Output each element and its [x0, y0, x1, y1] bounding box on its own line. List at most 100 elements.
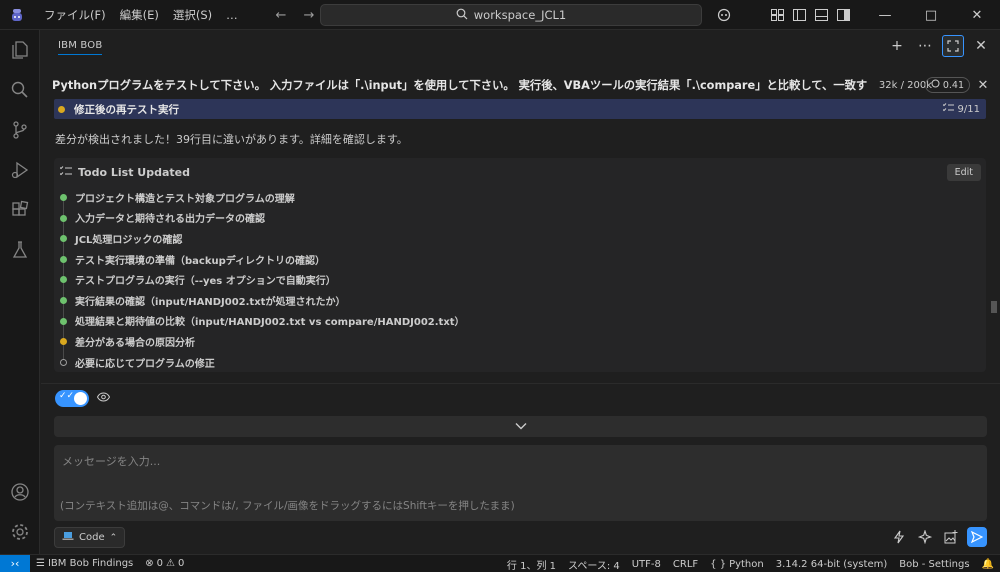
- todo-item: プロジェクト構造とテスト対象プログラムの理解: [54, 187, 986, 208]
- findings-status[interactable]: ☰ IBM Bob Findings: [30, 558, 139, 569]
- mode-selector[interactable]: Code ⌃: [54, 527, 126, 548]
- findings-label: IBM Bob Findings: [47, 558, 134, 569]
- warning-count: 0: [178, 558, 185, 569]
- menu-more[interactable]: …: [219, 4, 245, 26]
- step-progress: 9/11: [942, 103, 980, 115]
- assistant-message: 差分が検出されました！39行目に違いがあります。詳細を確認します。: [55, 133, 408, 146]
- customize-layout-icon[interactable]: [766, 4, 788, 26]
- source-control-icon[interactable]: [0, 110, 40, 150]
- language-mode[interactable]: { } Python: [704, 559, 770, 570]
- edit-todo-button[interactable]: Edit: [946, 164, 981, 181]
- toggle-knob: [74, 392, 87, 405]
- indentation[interactable]: スペース: 4: [562, 557, 626, 572]
- done-dot-icon: [60, 214, 67, 222]
- close-icon[interactable]: ✕: [954, 0, 1000, 30]
- todo-item: テスト実行環境の準備（backupディレクトリの確認）: [54, 249, 986, 270]
- todo-item: JCL処理ロジックの確認: [54, 228, 986, 249]
- scrollbar-thumb[interactable]: [991, 301, 997, 313]
- chevron-down-icon: [515, 420, 527, 433]
- eye-icon[interactable]: [96, 392, 111, 405]
- notifications-bell-icon[interactable]: 🔔: [976, 559, 1000, 570]
- todo-list-card: Todo List Updated Edit プロジェクト構造とテスト対象プログ…: [54, 158, 986, 372]
- done-dot-icon: [60, 255, 67, 263]
- todo-item-text: プロジェクト構造とテスト対象プログラムの理解: [75, 193, 295, 205]
- todo-item-text: 差分がある場合の原因分析: [75, 337, 195, 349]
- tab-ibm-bob[interactable]: IBM BOB: [58, 37, 103, 55]
- settings-gear-icon[interactable]: [0, 512, 40, 552]
- enhance-sparkle-icon[interactable]: [915, 527, 935, 547]
- list-icon: ☰: [36, 558, 45, 569]
- step-label: 修正後の再テスト実行: [74, 103, 179, 116]
- bob-settings[interactable]: Bob - Settings: [893, 559, 975, 570]
- remote-indicator-icon[interactable]: ›‹: [0, 554, 30, 572]
- run-debug-icon[interactable]: [0, 150, 40, 190]
- todo-list: プロジェクト構造とテスト対象プログラムの理解 入力データと期待される出力データの…: [54, 187, 986, 372]
- todo-item-text: JCL処理ロジックの確認: [75, 234, 183, 246]
- testing-icon[interactable]: [0, 230, 40, 270]
- panel-tab-bar: IBM BOB + ⋯ ✕: [41, 31, 1000, 61]
- input-hint: (コンテキスト追加は@、コマンドは/, ファイル/画像をドラッグするにはShif…: [60, 500, 515, 512]
- todo-item: 処理結果と期待値の比較（input/HANDJ002.txt vs compar…: [54, 311, 986, 332]
- close-panel-icon[interactable]: ✕: [970, 35, 992, 57]
- search-icon[interactable]: [0, 70, 40, 110]
- todo-item: 必要に応じてプログラムの修正: [54, 352, 986, 373]
- auto-approve-row: ✓✓: [55, 390, 111, 407]
- pending-dot-icon: [60, 358, 67, 366]
- menu-file[interactable]: ファイル(F): [37, 4, 113, 26]
- double-check-icon: ✓✓: [59, 391, 75, 401]
- coin-icon: [931, 79, 940, 91]
- copilot-icon[interactable]: [713, 4, 735, 26]
- toggle-panel-icon[interactable]: [810, 4, 832, 26]
- expand-collapse-bar[interactable]: [54, 416, 987, 437]
- todo-header-title: Todo List Updated: [78, 166, 190, 179]
- todo-item: 実行結果の確認（input/HANDJ002.txtが処理されたか）: [54, 290, 986, 311]
- mode-label: Code: [79, 532, 105, 543]
- step-count-text: 9/11: [957, 103, 980, 115]
- account-icon[interactable]: [0, 472, 40, 512]
- cost-badge: 0.41: [924, 77, 970, 93]
- divider: [41, 383, 1000, 384]
- active-dot-icon: [60, 338, 67, 346]
- title-bar: ファイル(F) 編集(E) 選択(S) … ← → workspace_JCL1…: [0, 0, 1000, 30]
- command-center-search[interactable]: workspace_JCL1: [320, 4, 702, 26]
- language-label: Python: [729, 558, 764, 570]
- toggle-secondary-sidebar-icon[interactable]: [832, 4, 854, 26]
- maximize-icon[interactable]: □: [908, 0, 954, 30]
- task-title: Pythonプログラムをテストして下さい。 入力ファイルは「.\input」を使…: [52, 79, 867, 92]
- new-chat-plus-icon[interactable]: +: [886, 35, 908, 57]
- message-input[interactable]: メッセージを入力... (コンテキスト追加は@、コマンドは/, ファイル/画像を…: [54, 445, 987, 521]
- todo-item-text: テスト実行環境の準備（backupディレクトリの確認）: [75, 255, 326, 267]
- minimize-icon[interactable]: —: [862, 0, 908, 30]
- todo-item-text: 処理結果と期待値の比較（input/HANDJ002.txt vs compar…: [75, 317, 465, 329]
- done-dot-icon: [60, 235, 67, 243]
- cursor-position[interactable]: 行 1、列 1: [501, 557, 562, 572]
- activity-bar: [0, 30, 40, 554]
- done-dot-icon: [60, 296, 67, 304]
- task-header[interactable]: Pythonプログラムをテストして下さい。 入力ファイルは「.\input」を使…: [41, 71, 1000, 99]
- more-actions-icon[interactable]: ⋯: [914, 35, 936, 57]
- encoding[interactable]: UTF-8: [626, 559, 667, 570]
- current-step-bar[interactable]: 修正後の再テスト実行 9/11: [54, 99, 986, 119]
- search-icon: [456, 8, 468, 23]
- menu-edit[interactable]: 編集(E): [113, 4, 166, 26]
- extensions-icon[interactable]: [0, 190, 40, 230]
- menu-selection[interactable]: 選択(S): [166, 4, 219, 26]
- cost-value: 0.41: [942, 79, 964, 91]
- line-ending[interactable]: CRLF: [667, 559, 704, 570]
- close-task-icon[interactable]: ✕: [974, 76, 992, 94]
- add-image-icon[interactable]: [941, 527, 961, 547]
- checklist-icon: [59, 166, 72, 179]
- input-placeholder: メッセージを入力...: [62, 455, 161, 468]
- toggle-primary-sidebar-icon[interactable]: [788, 4, 810, 26]
- forward-arrow-icon[interactable]: →: [300, 6, 318, 24]
- step-status-dot: [58, 105, 65, 113]
- back-arrow-icon[interactable]: ←: [272, 6, 290, 24]
- input-toolbar: Code ⌃: [54, 527, 987, 549]
- python-interpreter[interactable]: 3.14.2 64-bit (system): [770, 559, 894, 570]
- auto-approve-toggle[interactable]: ✓✓: [55, 390, 89, 407]
- explorer-icon[interactable]: [0, 30, 40, 70]
- problems-status[interactable]: ⊗ 0 ⚠ 0: [139, 558, 190, 569]
- lightning-icon[interactable]: [889, 527, 909, 547]
- send-button[interactable]: [967, 527, 987, 547]
- maximize-panel-icon[interactable]: [942, 35, 964, 57]
